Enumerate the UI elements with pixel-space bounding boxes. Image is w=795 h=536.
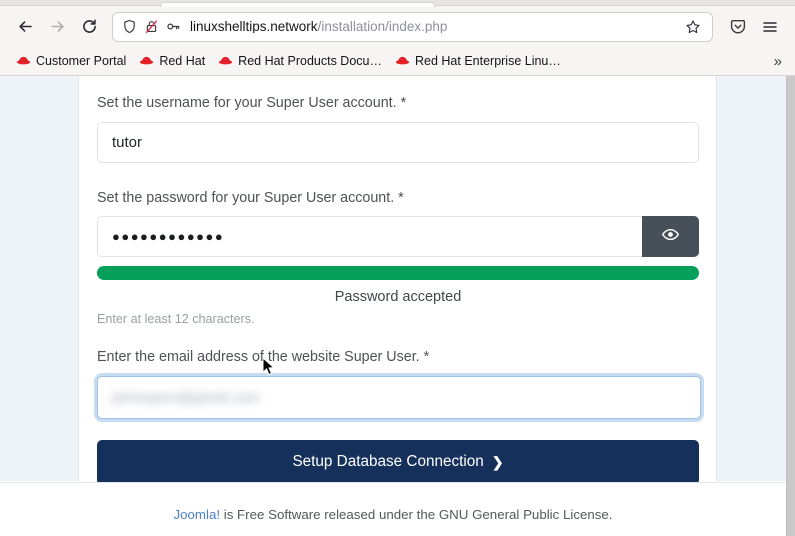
bookmark-label: Customer Portal [36, 53, 127, 68]
pocket-icon[interactable] [723, 12, 753, 42]
redhat-fedora-icon [16, 53, 31, 69]
bookmark-red-hat-products-documentation[interactable]: Red Hat Products Docu… [212, 50, 388, 72]
footer-text: is Free Software released under the GNU … [220, 507, 613, 522]
back-button[interactable] [10, 12, 40, 42]
url-text[interactable]: linuxshelltips.network/installation/inde… [188, 20, 674, 34]
active-tab-stub[interactable] [160, 2, 435, 7]
joomla-installation-page: Set the username for your Super User acc… [0, 76, 786, 536]
bookmark-label: Red Hat [159, 53, 206, 68]
key-icon[interactable] [166, 19, 181, 34]
email-input-value: jamespero@gmail.com [112, 389, 260, 406]
password-input[interactable]: ●●●●●●●●●●●● [97, 216, 642, 258]
bookmark-label: Red Hat Products Docu… [238, 53, 382, 68]
lock-crossed-out-icon[interactable] [144, 19, 159, 34]
email-input[interactable]: jamespero@gmail.com [97, 375, 701, 419]
setup-database-connection-button[interactable]: Setup Database Connection ❯ [97, 439, 699, 485]
bookmark-customer-portal[interactable]: Customer Portal [10, 50, 132, 72]
password-input-group: ●●●●●●●●●●●● [97, 216, 699, 258]
forward-button[interactable] [42, 12, 72, 42]
password-helper-text: Enter at least 12 characters. [97, 312, 255, 327]
bookmark-red-hat[interactable]: Red Hat [133, 50, 211, 72]
address-bar[interactable]: linuxshelltips.network/installation/inde… [112, 11, 713, 42]
redhat-fedora-icon [139, 53, 154, 69]
page-viewport: Set the username for your Super User acc… [0, 76, 795, 536]
hamburger-menu-icon[interactable] [755, 12, 785, 42]
browser-window: linuxshelltips.network/installation/inde… [0, 0, 795, 536]
email-label: Enter the email address of the website S… [97, 349, 430, 366]
submit-button-label: Setup Database Connection [292, 453, 484, 471]
username-label: Set the username for your Super User acc… [97, 95, 407, 111]
installation-form-card: Set the username for your Super User acc… [78, 76, 717, 485]
password-visibility-toggle-button[interactable] [642, 216, 699, 258]
bookmarks-toolbar: Customer Portal Red Hat Red Hat Products… [0, 47, 795, 76]
chevron-right-icon: ❯ [491, 454, 504, 471]
page-scrollbar[interactable] [786, 76, 795, 536]
redhat-fedora-icon [395, 53, 410, 69]
reload-button[interactable] [74, 12, 104, 42]
navigation-toolbar: linuxshelltips.network/installation/inde… [0, 6, 795, 47]
password-strength-meter [97, 266, 699, 281]
username-input[interactable]: tutor [97, 121, 699, 163]
star-icon[interactable] [681, 15, 705, 39]
password-label: Set the password for your Super User acc… [97, 189, 404, 206]
bookmarks-overflow-chevron-icon[interactable]: » [767, 51, 789, 72]
page-footer: Joomla! is Free Software released under … [0, 482, 786, 536]
shield-icon[interactable] [122, 19, 137, 34]
redhat-fedora-icon [218, 53, 233, 69]
tab-strip [0, 0, 795, 7]
url-path: /installation/index.php [317, 19, 448, 34]
url-domain: linuxshelltips.network [190, 19, 318, 34]
password-strength-text: Password accepted [334, 289, 462, 306]
joomla-link[interactable]: Joomla! [173, 507, 220, 522]
bookmark-red-hat-enterprise-linux[interactable]: Red Hat Enterprise Linu… [389, 50, 567, 72]
eye-icon [661, 225, 680, 249]
bookmark-label: Red Hat Enterprise Linu… [414, 53, 561, 68]
